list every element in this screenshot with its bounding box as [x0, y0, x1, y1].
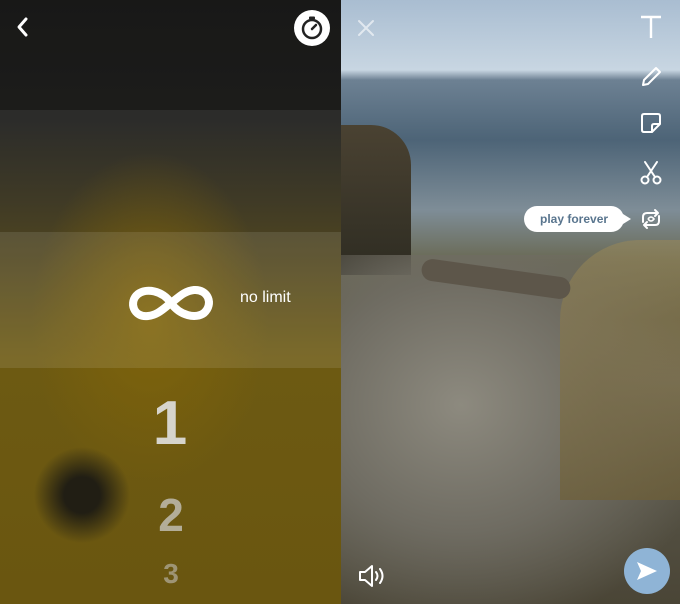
close-icon[interactable]: [354, 16, 378, 40]
timer-option-3[interactable]: 3: [141, 558, 201, 590]
preview-image-cliff: [341, 125, 411, 275]
back-icon[interactable]: [8, 12, 38, 42]
top-shade: [0, 0, 341, 110]
stopwatch-icon[interactable]: [294, 10, 330, 46]
play-forever-tooltip: play forever: [524, 206, 632, 232]
volume-icon[interactable]: [356, 562, 388, 590]
text-tool-icon[interactable]: [636, 12, 666, 42]
sticker-icon[interactable]: [636, 108, 666, 138]
no-limit-label[interactable]: no limit: [240, 289, 291, 307]
preview-image-grass: [560, 240, 680, 500]
snap-preview-panel: [341, 0, 680, 604]
send-arrow-icon: [637, 562, 657, 580]
scissors-icon[interactable]: [636, 158, 666, 188]
timer-option-1[interactable]: 1: [140, 388, 200, 459]
timer-option-2[interactable]: 2: [141, 488, 201, 542]
send-button[interactable]: [624, 548, 670, 594]
pencil-icon[interactable]: [636, 62, 666, 92]
loop-icon[interactable]: [636, 204, 666, 234]
timer-picker-panel: no limit 1 2 3: [0, 0, 341, 604]
infinity-icon[interactable]: [124, 282, 218, 324]
